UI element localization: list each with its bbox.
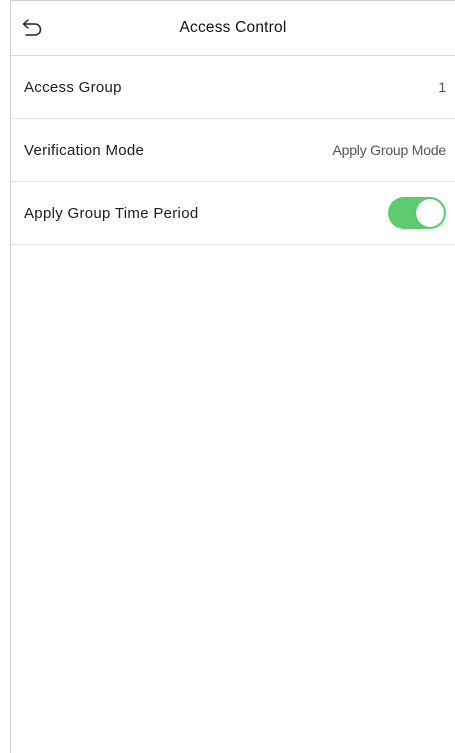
apply-group-time-period-row[interactable]: Apply Group Time Period (11, 182, 455, 245)
apply-group-time-period-toggle[interactable] (388, 197, 446, 229)
title-bar: Access Control (11, 1, 455, 56)
page-title: Access Control (179, 19, 287, 36)
apply-group-time-period-label: Apply Group Time Period (24, 204, 199, 222)
back-button[interactable] (17, 13, 47, 43)
access-group-label: Access Group (24, 78, 122, 96)
verification-mode-value: Apply Group Mode (332, 142, 446, 158)
back-arrow-icon (22, 19, 42, 36)
access-control-screen: Access Control Access Group 1 Verificati… (10, 0, 455, 753)
verification-mode-row[interactable]: Verification Mode Apply Group Mode (11, 119, 455, 182)
access-group-value: 1 (438, 79, 446, 95)
toggle-knob (416, 199, 444, 227)
verification-mode-label: Verification Mode (24, 141, 145, 159)
access-group-row[interactable]: Access Group 1 (11, 56, 455, 119)
